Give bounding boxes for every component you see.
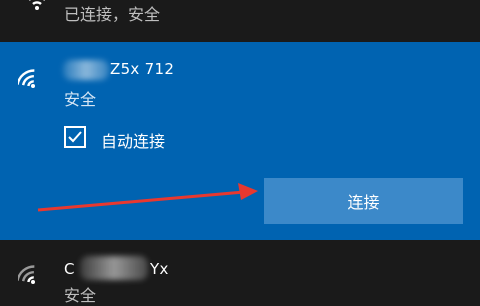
network-status: 安全	[64, 286, 97, 305]
network-ssid: Z5x 712	[110, 60, 175, 78]
wifi-network-item[interactable]: C Yx 安全	[0, 240, 480, 305]
auto-connect-label: 自动连接	[101, 132, 166, 151]
network-ssid-prefix: C	[64, 260, 75, 278]
checkmark-icon	[68, 131, 82, 143]
network-ssid-suffix: Yx	[150, 260, 169, 278]
wifi-network-item-connected[interactable]: 已连接，安全	[0, 0, 480, 42]
network-status: 已连接，安全	[64, 5, 161, 24]
wifi-signal-icon	[18, 69, 35, 88]
connect-button[interactable]: 连接	[264, 178, 463, 224]
redacted-ssid-blur	[63, 60, 109, 80]
redacted-ssid-blur	[80, 256, 148, 280]
auto-connect-checkbox[interactable]	[64, 126, 86, 148]
wifi-signal-icon	[29, 0, 45, 10]
network-status: 安全	[64, 90, 97, 109]
wifi-signal-icon	[18, 265, 35, 284]
